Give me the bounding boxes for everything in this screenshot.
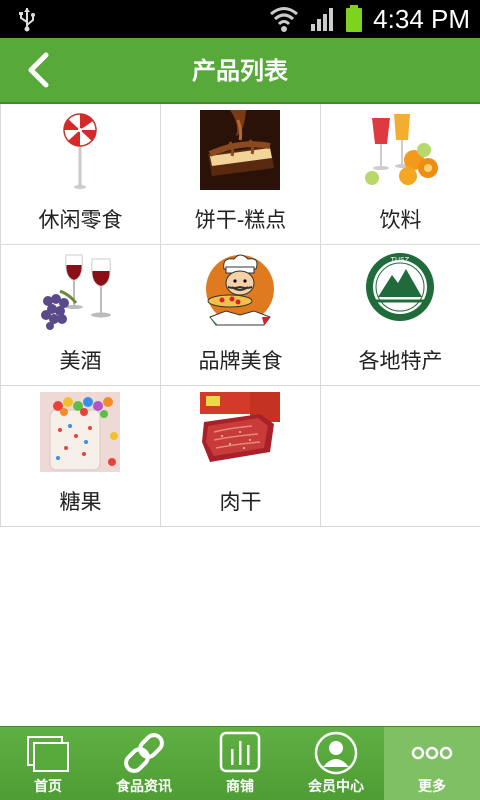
nav-home[interactable]: 首页 bbox=[0, 727, 96, 800]
usb-icon bbox=[19, 8, 35, 32]
category-label: 品牌美食 bbox=[198, 349, 283, 373]
category-label: 饮料 bbox=[379, 208, 422, 232]
status-bar: 4:34 PM bbox=[0, 0, 480, 38]
chocolate-cake-image bbox=[200, 110, 280, 190]
nav-more[interactable]: 更多 bbox=[384, 727, 480, 800]
home-pages-icon bbox=[27, 736, 69, 772]
signal-icon bbox=[311, 8, 334, 31]
lollipop-image bbox=[63, 113, 97, 189]
category-tile-brand-food[interactable]: 品牌美食 bbox=[161, 245, 321, 386]
category-label: 饼干-糕点 bbox=[194, 208, 287, 232]
page-title: 产品列表 bbox=[192, 57, 288, 85]
bottom-nav: 首页 食品资讯 商铺 会员中心 更多 bbox=[0, 726, 480, 800]
mountain-seal-image: TUSZ bbox=[366, 253, 434, 321]
nav-label: 更多 bbox=[418, 779, 446, 795]
app-screen: 4:34 PM 产品列表 休闲零食 饼干-糕点 饮料 美酒 品牌美食 TUSZ … bbox=[0, 0, 480, 800]
category-label: 糖果 bbox=[59, 490, 102, 514]
more-dots-icon bbox=[411, 746, 453, 760]
category-tile-local-specialty[interactable]: TUSZ 各地特产 bbox=[321, 245, 480, 386]
category-label: 美酒 bbox=[59, 349, 102, 373]
nav-stores[interactable]: 商铺 bbox=[192, 727, 288, 800]
store-chart-icon bbox=[219, 731, 261, 773]
nav-food-news[interactable]: 食品资讯 bbox=[96, 727, 192, 800]
status-time: 4:34 PM bbox=[373, 3, 470, 34]
chef-pizza-image bbox=[206, 254, 274, 326]
drinks-oranges-image bbox=[365, 114, 438, 185]
category-label: 各地特产 bbox=[358, 349, 443, 373]
category-tile-drinks[interactable]: 饮料 bbox=[321, 104, 480, 245]
wine-grapes-image bbox=[41, 254, 111, 330]
jerky-image bbox=[200, 392, 280, 462]
candy-jar-image bbox=[40, 392, 120, 472]
category-label: 肉干 bbox=[219, 490, 262, 514]
category-tile-biscuits[interactable]: 饼干-糕点 bbox=[161, 104, 321, 245]
app-header: 产品列表 bbox=[0, 38, 480, 104]
category-tile-candy[interactable]: 糖果 bbox=[1, 386, 161, 527]
wifi-icon bbox=[270, 7, 299, 32]
nav-label: 食品资讯 bbox=[116, 779, 172, 795]
nav-label: 首页 bbox=[34, 779, 62, 795]
category-tile-jerky[interactable]: 肉干 bbox=[161, 386, 321, 527]
user-icon bbox=[314, 731, 358, 775]
nav-label: 会员中心 bbox=[308, 779, 364, 795]
nav-member-center[interactable]: 会员中心 bbox=[288, 727, 384, 800]
category-label: 休闲零食 bbox=[38, 208, 123, 232]
status-right: 4:34 PM bbox=[269, 0, 470, 38]
link-icon bbox=[124, 733, 164, 773]
category-tile-wine[interactable]: 美酒 bbox=[1, 245, 161, 386]
nav-label: 商铺 bbox=[226, 779, 254, 795]
category-grid: 休闲零食 饼干-糕点 饮料 美酒 品牌美食 TUSZ 各地特产 糖果 肉干 bbox=[0, 104, 480, 527]
category-tile-snacks[interactable]: 休闲零食 bbox=[1, 104, 161, 245]
battery-icon bbox=[346, 5, 363, 32]
empty-tile bbox=[321, 386, 480, 527]
svg-text:TUSZ: TUSZ bbox=[390, 256, 410, 264]
